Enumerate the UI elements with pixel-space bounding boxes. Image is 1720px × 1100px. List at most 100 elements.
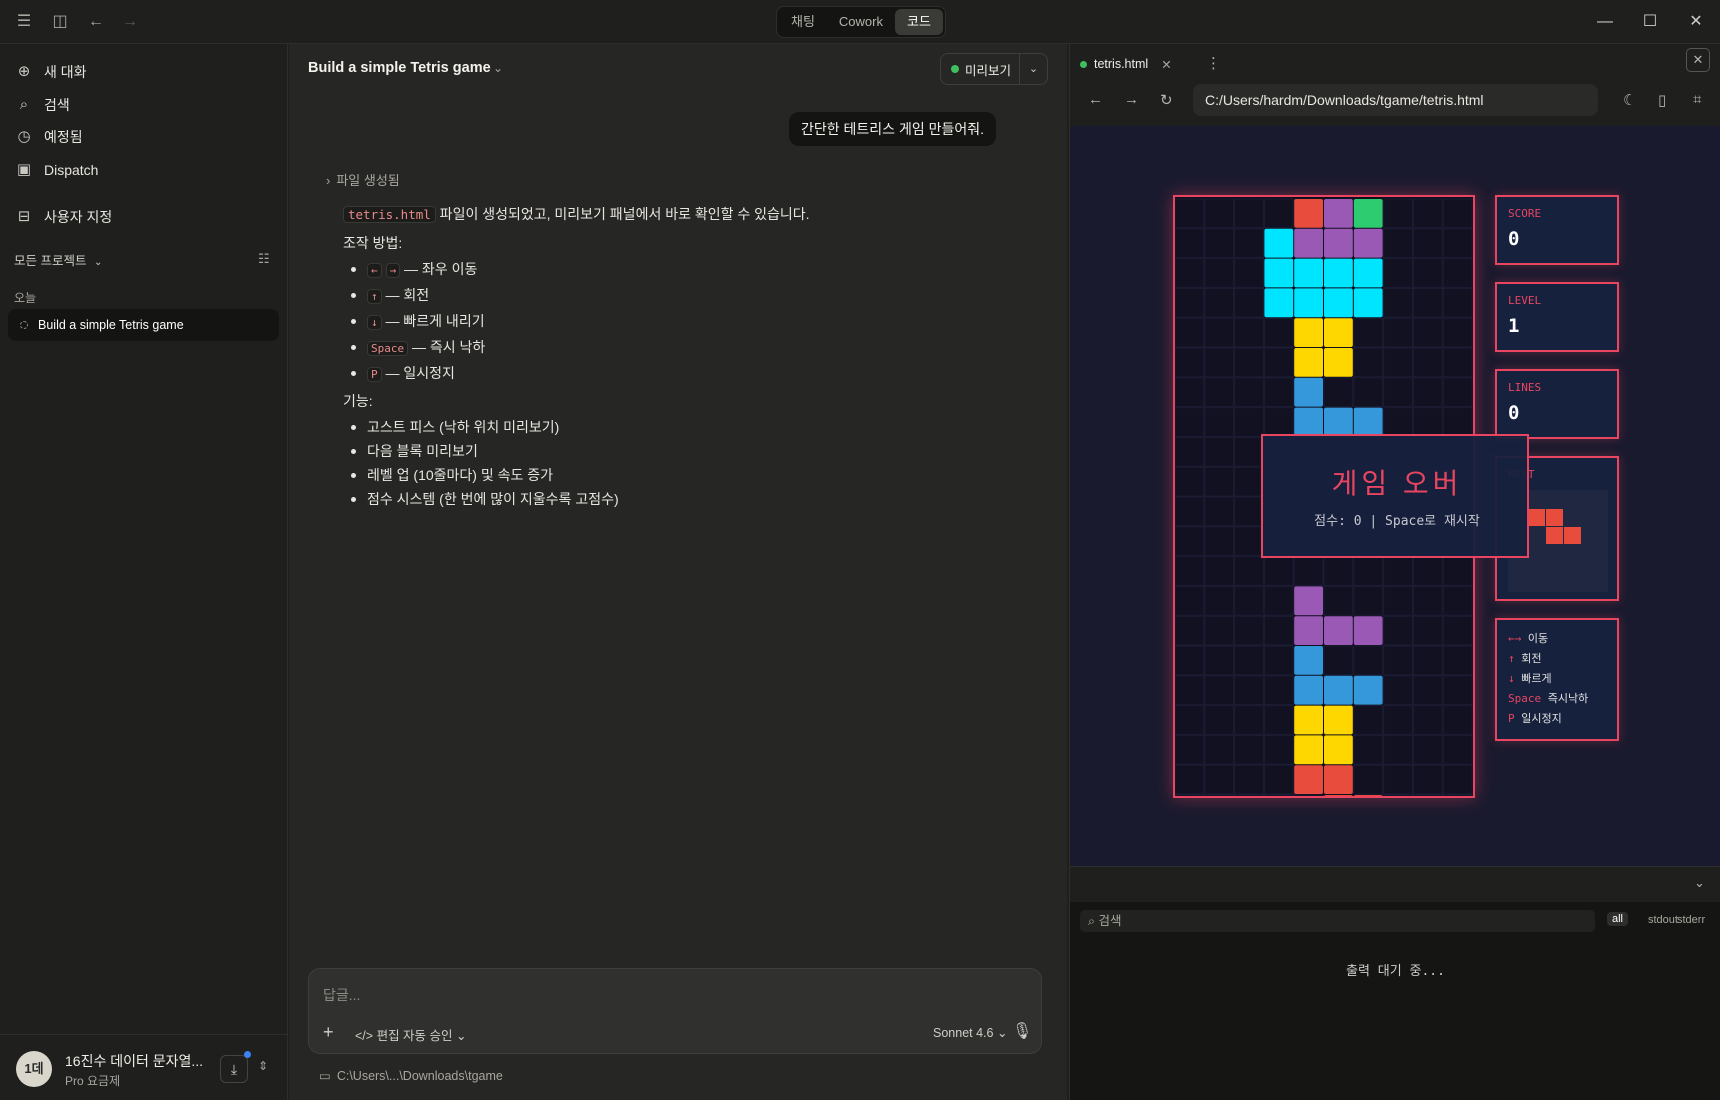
composer[interactable]: 답글... + </> 편집 자동 승인 ⌄ Sonnet 4.6 ⌄ 🎙 (308, 968, 1042, 1054)
file-created-toggle[interactable]: › 파일 생성됨 (326, 170, 400, 189)
board-cell-empty (1383, 407, 1413, 437)
board-cell-empty (1383, 556, 1413, 586)
attach-plus-icon[interactable]: + (323, 1022, 334, 1043)
minimize-icon[interactable]: — (1593, 10, 1617, 34)
microphone-icon[interactable]: 🎙 (1012, 1021, 1032, 1041)
board-cell-empty (1263, 407, 1294, 437)
device-icon[interactable]: ▯ (1658, 91, 1666, 109)
score-label: SCORE (1508, 207, 1542, 220)
model-selector[interactable]: Sonnet 4.6 ⌄ (933, 1025, 1007, 1040)
model-label: Sonnet 4.6 (933, 1026, 994, 1040)
board-cell-empty (1175, 198, 1205, 229)
menu-icon[interactable]: ☰ (14, 12, 34, 32)
lines-panel: LINES 0 (1495, 369, 1619, 439)
control-desc: — 빠르게 내리기 (381, 313, 485, 329)
tab-tetris-html[interactable]: tetris.html ✕ (1080, 50, 1172, 78)
board-cell-empty (1383, 764, 1413, 795)
board-cell-empty (1234, 287, 1264, 318)
filter-stderr[interactable]: stderr (1677, 914, 1705, 926)
url-bar[interactable]: C:/Users/hardm/Downloads/tgame/tetris.ht… (1193, 84, 1598, 116)
board-cell-empty (1442, 347, 1473, 378)
user-profile[interactable]: 1데 16진수 데이터 문자열... Pro 요금제 ⤓ ⇕ (0, 1034, 288, 1100)
plus-icon: ⊕ (17, 63, 31, 80)
filter-all[interactable]: all (1607, 912, 1629, 926)
board-cell-empty (1234, 526, 1264, 557)
more-options-icon[interactable]: ⋮ (1206, 50, 1221, 78)
board-cell-empty (1323, 377, 1354, 408)
sidebar-toggle-icon[interactable]: ◫ (50, 12, 70, 32)
tab-chat[interactable]: 채팅 (779, 9, 827, 35)
board-cell-empty (1263, 645, 1294, 676)
list-item: ← → — 좌우 이동 (343, 257, 1043, 283)
forward-arrow-icon[interactable]: → (120, 12, 140, 32)
controls-heading: 조작 방법: (343, 235, 403, 251)
chat-title[interactable]: Build a simple Tetris game (308, 60, 491, 76)
tab-code[interactable]: 코드 (895, 9, 943, 35)
board-cell-empty (1383, 377, 1413, 408)
auto-approve-dropdown[interactable]: </> 편집 자동 승인 ⌄ (355, 1025, 466, 1044)
board-cell-block (1294, 318, 1323, 347)
board-cell-empty (1442, 705, 1473, 735)
scheduled-button[interactable]: ◷ 예정됨 (14, 123, 82, 151)
board-cell-empty (1204, 794, 1235, 796)
control-line: ↓ 빠르게 (1508, 670, 1552, 686)
game-over-title: 게임 오버 (1331, 468, 1463, 499)
dark-mode-icon[interactable]: ☾ (1623, 91, 1636, 109)
back-arrow-icon[interactable]: ← (86, 12, 106, 32)
chevron-down-icon[interactable]: ⌄ (493, 61, 503, 75)
expand-updown-icon[interactable]: ⇕ (258, 1059, 268, 1073)
board-cell-empty (1442, 645, 1473, 676)
tab-cowork[interactable]: Cowork (827, 9, 895, 35)
board-cell-empty (1412, 645, 1443, 676)
customize-button[interactable]: ⊟ 사용자 지정 (14, 203, 113, 231)
inline-code: tetris.html (343, 206, 436, 223)
filter-stdout[interactable]: stdout (1648, 914, 1678, 926)
board-cell-empty (1204, 258, 1235, 288)
board-cell-empty (1412, 585, 1443, 616)
board-cell-empty (1293, 556, 1324, 586)
board-cell-empty (1263, 705, 1294, 735)
status-dot (1080, 60, 1087, 68)
tab-label: tetris.html (1094, 57, 1149, 71)
reply-input[interactable]: 답글... (323, 985, 360, 1005)
chevron-down-icon: ⌄ (93, 257, 103, 268)
projects-filter[interactable]: 모든 프로젝트 ⌄ (14, 250, 102, 269)
back-arrow-icon[interactable]: ← (1088, 91, 1103, 108)
maximize-icon[interactable]: ☐ (1638, 10, 1662, 34)
conversation-item[interactable]: Build a simple Tetris game (8, 309, 279, 341)
preview-pane: tetris.html ✕ ⋮ ✕ ← → ↻ C:/Users/hardm/D… (1069, 44, 1720, 1100)
board-cell-block (1294, 407, 1323, 437)
dispatch-button[interactable]: ▣ Dispatch (14, 156, 99, 184)
board-cell-empty (1204, 407, 1235, 437)
search-button[interactable]: ⌕ 검색 (14, 91, 70, 119)
monitor-icon: ▭ (319, 1069, 331, 1083)
filter-settings-icon[interactable]: ☷ (258, 251, 270, 267)
board-cell-empty (1175, 585, 1205, 616)
loading-spinner-icon (20, 321, 28, 329)
reload-icon[interactable]: ↻ (1160, 91, 1173, 109)
intro-text: 파일이 생성되었고, 미리보기 패널에서 바로 확인할 수 있습니다. (435, 206, 810, 222)
inspect-icon[interactable]: ⌗ (1693, 91, 1701, 108)
new-chat-button[interactable]: ⊕ 새 대화 (14, 58, 87, 86)
preview-dropdown-icon[interactable]: ⌄ (1019, 53, 1048, 85)
list-item: 점수 시스템 (한 번에 많이 지울수록 고점수) (343, 487, 1043, 511)
board-cell-block (1324, 288, 1353, 318)
projects-filter-label: 모든 프로젝트 (14, 254, 87, 268)
console-search-input[interactable]: ⌕ 검색 (1080, 910, 1595, 932)
board-cell-empty (1353, 734, 1384, 765)
board-cell-empty (1353, 764, 1384, 795)
preview-button[interactable]: 미리보기 (940, 53, 1020, 85)
file-created-label: 파일 생성됨 (336, 173, 400, 188)
close-pane-icon[interactable]: ✕ (1686, 48, 1710, 72)
close-window-icon[interactable]: ✕ (1684, 10, 1708, 34)
close-tab-icon[interactable]: ✕ (1161, 57, 1171, 72)
board-cell-empty (1204, 526, 1235, 557)
board-cell-block (1353, 258, 1383, 288)
board-cell-empty (1412, 407, 1443, 437)
forward-arrow-icon[interactable]: → (1124, 91, 1139, 108)
download-icon[interactable]: ⤓ (220, 1055, 248, 1083)
working-directory[interactable]: ▭ C:\Users\...\Downloads\tgame (319, 1068, 503, 1083)
board-cell-empty (1442, 556, 1473, 586)
collapse-chevron-icon[interactable]: ⌄ (1694, 875, 1705, 891)
controls-panel: ←→ 이동 ↑ 회전 ↓ 빠르게 Space 즉시낙하 P 일시정지 (1495, 618, 1619, 741)
